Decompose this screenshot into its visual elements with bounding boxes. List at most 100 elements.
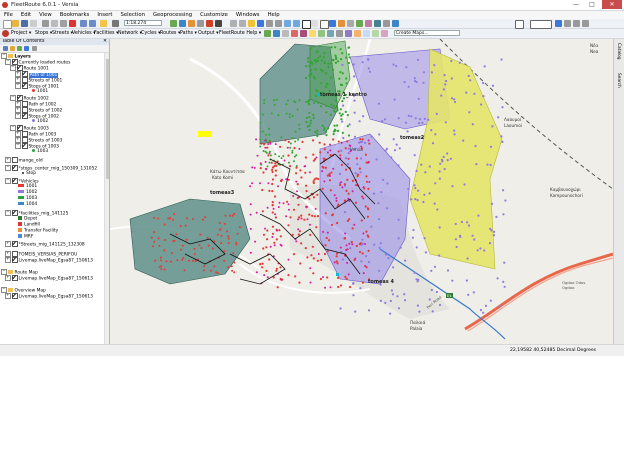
forward-extent-icon[interactable]: [293, 20, 300, 27]
minimize-button[interactable]: —: [568, 0, 584, 9]
collapse-icon[interactable]: −: [5, 210, 11, 216]
tree-row-streets-mig[interactable]: + *Streets_mig_141125_132308: [5, 240, 85, 248]
project-menu[interactable]: Project ▾: [11, 30, 31, 37]
collapse-icon[interactable]: −: [1, 269, 7, 275]
expand-icon[interactable]: +: [5, 275, 11, 281]
select-elements-icon[interactable]: [320, 20, 329, 29]
map-tips-icon[interactable]: [318, 30, 325, 37]
visibility-checkbox[interactable]: [11, 240, 18, 247]
font-icon[interactable]: [282, 30, 289, 37]
expand-icon[interactable]: +: [5, 293, 11, 299]
visibility-checkbox[interactable]: [11, 156, 18, 163]
tree-row-mange-old[interactable]: + mange_old: [5, 156, 43, 164]
list-by-drawing-order-icon[interactable]: [3, 46, 8, 51]
paths-menu[interactable]: Paths ▾: [180, 30, 197, 37]
hyperlink-icon[interactable]: [338, 20, 345, 27]
python-icon[interactable]: [215, 20, 222, 27]
pan-icon[interactable]: [248, 20, 255, 27]
zoom-out-icon[interactable]: [239, 20, 246, 27]
cut-icon[interactable]: [42, 20, 49, 27]
create-maps-dropdown[interactable]: Create Maps...: [394, 30, 460, 36]
paste-icon[interactable]: [60, 20, 67, 27]
fixed-zoom-out-icon[interactable]: [275, 20, 282, 27]
collapse-icon[interactable]: −: [15, 143, 21, 149]
zoom-in-icon[interactable]: [230, 20, 237, 27]
scrollbar-thumb[interactable]: [105, 59, 109, 179]
menu-windows[interactable]: Windows: [232, 11, 264, 19]
tree-row-stops-center[interactable]: − *stops_center_mig_150309_131052: [5, 164, 97, 172]
fleetroute-help-menu[interactable]: FleetRoute Help ▾: [219, 30, 261, 37]
catalog-tab[interactable]: Catalog: [616, 43, 621, 60]
full-extent-icon[interactable]: [257, 20, 264, 27]
table-icon[interactable]: [179, 20, 186, 27]
menu-view[interactable]: View: [35, 11, 56, 19]
list-by-source-icon[interactable]: [10, 46, 15, 51]
network-analyst-icon[interactable]: [327, 30, 334, 37]
time-slider-icon[interactable]: [383, 20, 390, 27]
collapse-icon[interactable]: −: [1, 287, 7, 293]
expand-icon[interactable]: +: [5, 257, 11, 263]
expand-icon[interactable]: +: [15, 137, 21, 143]
visibility-checkbox[interactable]: [21, 82, 28, 89]
tree-row-livemap-1[interactable]: + Livemap.liveMap_Egsa87_150613: [5, 256, 93, 264]
catalog-icon[interactable]: [188, 20, 195, 27]
list-by-visibility-icon[interactable]: [17, 46, 22, 51]
visibility-checkbox[interactable]: [11, 274, 18, 281]
list-by-selection-icon[interactable]: [24, 46, 29, 51]
network-menu[interactable]: Network ▾: [118, 30, 142, 37]
measure-icon[interactable]: [347, 20, 354, 27]
layer-properties-icon[interactable]: [354, 30, 361, 37]
visibility-checkbox[interactable]: [11, 292, 18, 299]
expand-icon[interactable]: +: [15, 77, 21, 83]
scale-tool-icon[interactable]: [582, 20, 589, 27]
visibility-checkbox[interactable]: [11, 256, 18, 263]
clear-selection-icon[interactable]: [311, 20, 318, 27]
add-data-icon[interactable]: [100, 20, 107, 27]
back-extent-icon[interactable]: [284, 20, 291, 27]
select-features-icon[interactable]: [302, 20, 311, 29]
visibility-checkbox[interactable]: [11, 177, 18, 184]
menu-file[interactable]: File: [0, 11, 17, 19]
export-icon[interactable]: [381, 30, 388, 37]
delete-icon[interactable]: [69, 20, 76, 27]
close-button[interactable]: ✕: [602, 0, 622, 9]
create-viewer-icon[interactable]: [392, 20, 399, 27]
collapse-icon[interactable]: −: [5, 165, 11, 171]
expand-icon[interactable]: +: [5, 157, 11, 163]
identify-icon[interactable]: [329, 20, 336, 27]
collapse-icon[interactable]: −: [10, 95, 16, 101]
tree-row-livemap-2[interactable]: + Livemap.liveMap_Egsa87_150613: [5, 274, 93, 282]
collapse-icon[interactable]: −: [1, 53, 7, 59]
streets-menu[interactable]: Streets ▾: [52, 30, 73, 37]
georef-icon[interactable]: [555, 20, 562, 27]
print-icon[interactable]: [30, 20, 37, 27]
facilities-menu[interactable]: Facilities ▾: [94, 30, 119, 37]
tree-row-livemap-3[interactable]: + Livemap.liveMap_Egsa87_150613: [5, 292, 93, 300]
shift-icon[interactable]: [573, 20, 580, 27]
scale-dropdown-icon[interactable]: [112, 20, 119, 27]
save-icon[interactable]: [21, 20, 28, 27]
map-view[interactable]: tomeas 1_kentro tomeas2 tomeas3 tomeas 4…: [110, 39, 613, 344]
copy-icon[interactable]: [51, 20, 58, 27]
search-icon[interactable]: [197, 20, 204, 27]
line-color-icon[interactable]: [300, 30, 307, 37]
highlight-icon[interactable]: [309, 30, 316, 37]
vehicles-menu[interactable]: Vehicles ▾: [72, 30, 96, 37]
menu-edit[interactable]: Edit: [17, 11, 35, 19]
expand-icon[interactable]: +: [5, 241, 11, 247]
scale-input[interactable]: 1:18.274: [124, 20, 162, 26]
fill-color-icon[interactable]: [291, 30, 298, 37]
expand-icon[interactable]: +: [15, 131, 21, 137]
menu-bookmarks[interactable]: Bookmarks: [56, 11, 94, 19]
cycles-menu[interactable]: Cycles ▾: [141, 30, 161, 37]
expand-icon[interactable]: +: [15, 71, 21, 77]
visibility-checkbox[interactable]: [21, 112, 28, 119]
collapse-icon[interactable]: −: [15, 83, 21, 89]
find-icon[interactable]: [356, 20, 363, 27]
collapse-icon[interactable]: −: [10, 65, 16, 71]
draw-tool-icon[interactable]: [264, 30, 271, 37]
undo-icon[interactable]: [80, 20, 87, 27]
solve-icon[interactable]: [336, 30, 343, 37]
menu-selection[interactable]: Selection: [117, 11, 149, 19]
stops-menu[interactable]: Stops ▾: [35, 30, 52, 37]
